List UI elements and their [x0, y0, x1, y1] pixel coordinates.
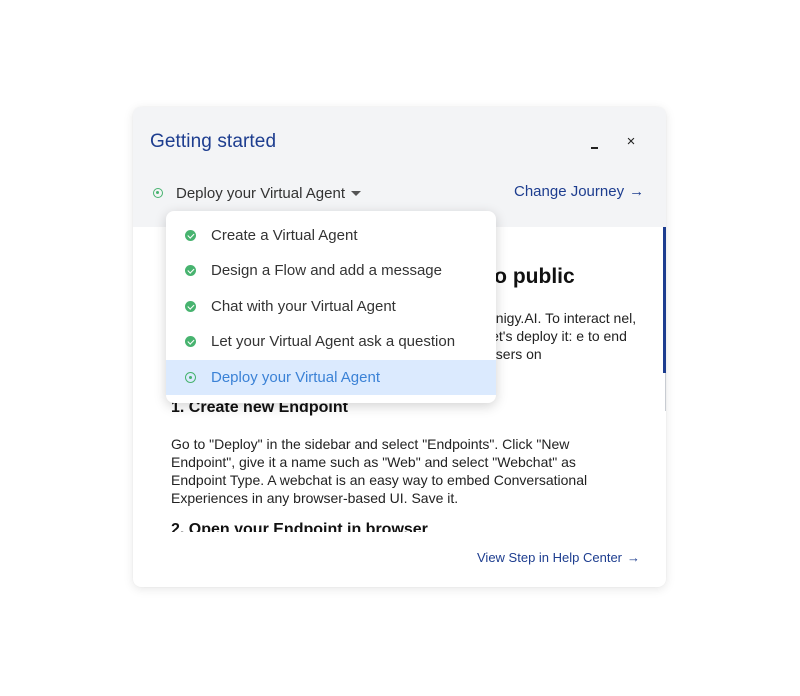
change-journey-label: Change Journey: [514, 183, 625, 200]
dropdown-item-selected[interactable]: Deploy your Virtual Agent: [166, 360, 496, 395]
scrollbar-track[interactable]: [665, 373, 666, 411]
dropdown-item-label: Design a Flow and add a message: [211, 262, 442, 279]
dropdown-item[interactable]: Design a Flow and add a message: [166, 253, 496, 288]
section-title-2: 2. Open your Endpoint in browser: [171, 521, 428, 532]
arrow-right-icon: →: [627, 550, 641, 565]
scrollbar-thumb[interactable]: [663, 227, 666, 373]
step-intro: gnigy.AI. To interact nel, let's deploy …: [488, 309, 648, 363]
check-circle-icon: [185, 265, 196, 276]
step-intro-text: gnigy.AI. To interact nel, let's deploy …: [488, 310, 637, 362]
journey-dropdown: Create a Virtual Agent Design a Flow and…: [166, 211, 496, 403]
caret-down-icon: [351, 190, 361, 196]
dropdown-item-label: Let your Virtual Agent ask a question: [211, 333, 456, 350]
change-journey-link[interactable]: Change Journey →: [514, 183, 644, 200]
check-circle-icon: [185, 301, 196, 312]
target-icon: [153, 188, 163, 198]
arrow-right-icon: →: [629, 183, 645, 200]
dropdown-item[interactable]: Chat with your Virtual Agent: [166, 289, 496, 324]
help-center-link[interactable]: View Step in Help Center →: [477, 550, 640, 565]
check-circle-icon: [185, 230, 196, 241]
close-button[interactable]: ×: [623, 133, 639, 151]
panel-title: Getting started: [150, 131, 277, 152]
dropdown-item-label: Deploy your Virtual Agent: [211, 369, 380, 386]
target-icon: [185, 372, 196, 383]
journey-select[interactable]: Deploy your Virtual Agent: [153, 183, 361, 203]
panel-header: Getting started × Deploy your Virtual Ag…: [133, 107, 666, 227]
minimize-button[interactable]: [588, 137, 602, 151]
check-circle-icon: [185, 336, 196, 347]
help-center-label: View Step in Help Center: [477, 550, 623, 565]
dropdown-item[interactable]: Create a Virtual Agent: [166, 218, 496, 253]
dropdown-item-label: Chat with your Virtual Agent: [211, 298, 396, 315]
journey-current-label: Deploy your Virtual Agent: [176, 184, 345, 202]
section-body-1: Go to "Deploy" in the sidebar and select…: [171, 436, 588, 506]
dropdown-item[interactable]: Let your Virtual Agent ask a question: [166, 324, 496, 359]
dropdown-item-label: Create a Virtual Agent: [211, 227, 358, 244]
